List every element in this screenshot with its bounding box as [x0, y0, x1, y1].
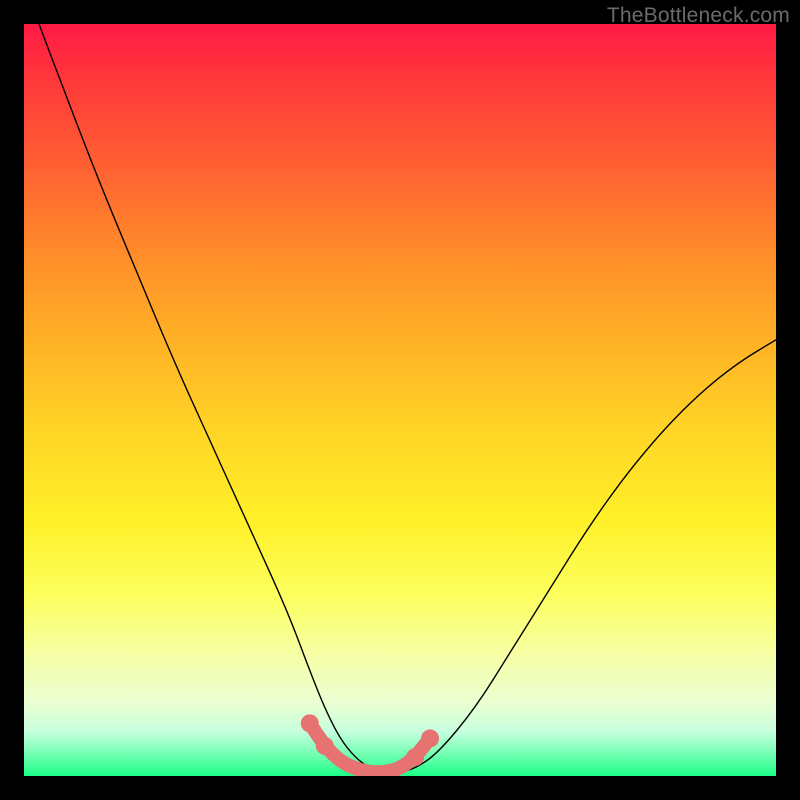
- watermark-text: TheBottleneck.com: [607, 4, 790, 28]
- bottleneck-valley-highlight: [301, 714, 439, 776]
- bottleneck-curve-line: [39, 24, 776, 772]
- plot-area: [24, 24, 776, 776]
- chart-container: TheBottleneck.com: [0, 0, 800, 800]
- chart-svg: [24, 24, 776, 776]
